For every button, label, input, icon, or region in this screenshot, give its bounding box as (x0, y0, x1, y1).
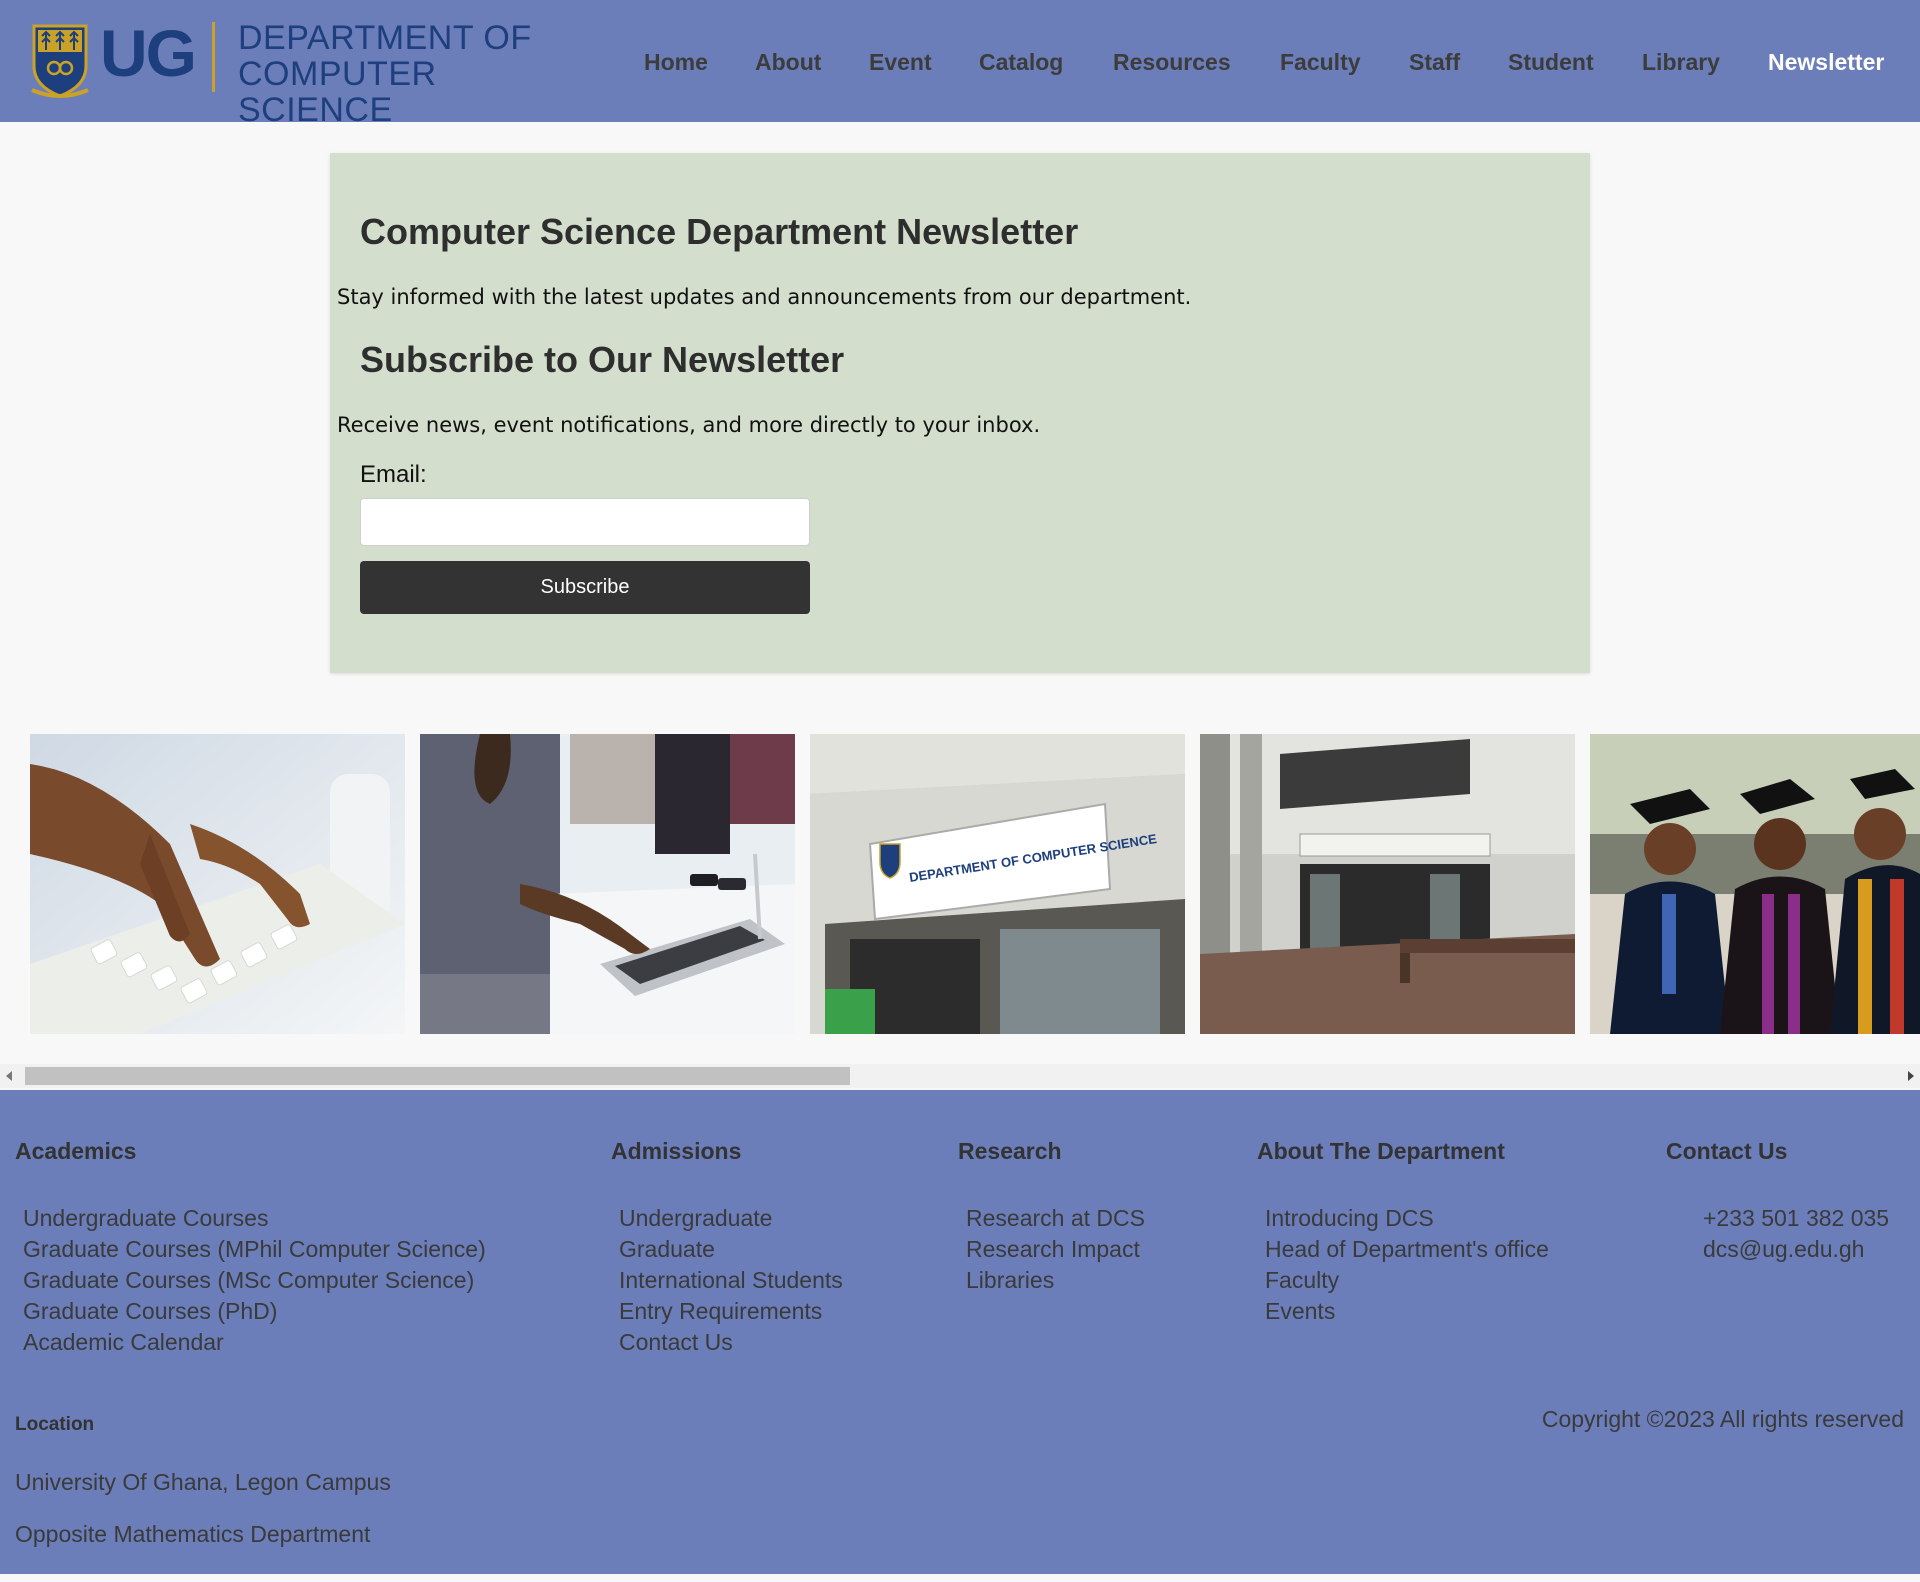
footer-link[interactable]: Academic Calendar (23, 1327, 486, 1358)
newsletter-panel: Computer Science Department Newsletter S… (330, 153, 1590, 673)
footer-contact-title: Contact Us (1666, 1138, 1788, 1164)
nav-library[interactable]: Library (1642, 47, 1720, 77)
footer-link[interactable]: Entry Requirements (619, 1296, 843, 1327)
scroll-left-arrow-icon[interactable] (6, 1071, 12, 1081)
footer-link[interactable]: Head of Department's office (1265, 1234, 1549, 1265)
footer-link[interactable]: Graduate Courses (MPhil Computer Science… (23, 1234, 486, 1265)
footer-link[interactable]: Research Impact (966, 1234, 1145, 1265)
footer-email[interactable]: dcs@ug.edu.gh (1703, 1234, 1889, 1265)
newsletter-title: Computer Science Department Newsletter (360, 211, 1079, 252)
footer-link[interactable]: Undergraduate (619, 1203, 843, 1234)
nav-catalog[interactable]: Catalog (979, 47, 1063, 77)
footer-contact: Contact Us +233 501 382 035 dcs@ug.edu.g… (1666, 1137, 1889, 1265)
email-label: Email: (360, 461, 427, 488)
footer-link[interactable]: Graduate Courses (PhD) (23, 1296, 486, 1327)
scrollbar-thumb[interactable] (25, 1067, 850, 1085)
footer-link[interactable]: Undergraduate Courses (23, 1203, 486, 1234)
footer-link[interactable]: Research at DCS (966, 1203, 1145, 1234)
subscribe-button[interactable]: Subscribe (360, 561, 810, 614)
nav-about[interactable]: About (755, 47, 821, 77)
nav-faculty[interactable]: Faculty (1280, 47, 1361, 77)
email-field[interactable] (360, 498, 810, 546)
department-building-photo (1200, 734, 1575, 1034)
main-nav: Home About Event Catalog Resources Facul… (0, 47, 1920, 77)
newsletter-intro: Stay informed with the latest updates an… (337, 285, 1192, 309)
footer-link[interactable]: Libraries (966, 1265, 1145, 1296)
footer-admissions-title: Admissions (611, 1138, 742, 1164)
footer-about: About The Department Introducing DCS Hea… (1257, 1137, 1549, 1327)
site-footer: Academics Undergraduate Courses Graduate… (0, 1090, 1920, 1574)
footer-link[interactable]: Graduate Courses (MSc Computer Science) (23, 1265, 486, 1296)
site-header: UG DEPARTMENT OF COMPUTER SCIENCE Home A… (0, 0, 1920, 128)
footer-admissions: Admissions Undergraduate Graduate Intern… (611, 1137, 843, 1358)
copyright-text: Copyright ©2023 All rights reserved (1541, 1406, 1904, 1432)
nav-home[interactable]: Home (644, 47, 708, 77)
footer-link[interactable]: Graduate (619, 1234, 843, 1265)
subscribe-title: Subscribe to Our Newsletter (360, 339, 845, 380)
footer-location-line-2: Opposite Mathematics Department (15, 1521, 371, 1547)
nav-resources[interactable]: Resources (1113, 47, 1231, 77)
footer-link[interactable]: Introducing DCS (1265, 1203, 1549, 1234)
footer-phone[interactable]: +233 501 382 035 (1703, 1203, 1889, 1234)
nav-event[interactable]: Event (869, 47, 932, 77)
department-sign-photo: DEPARTMENT OF COMPUTER SCIENCE (810, 734, 1185, 1034)
nav-staff[interactable]: Staff (1409, 47, 1460, 77)
footer-location-title: Location (15, 1414, 95, 1435)
footer-research-title: Research (958, 1138, 1062, 1164)
photo-gallery[interactable]: DEPARTMENT OF COMPUTER SCIENCE (0, 734, 1920, 1034)
subscribe-text: Receive news, event notifications, and m… (337, 413, 1041, 437)
footer-about-title: About The Department (1257, 1138, 1505, 1164)
gallery-scrollbar[interactable] (0, 1064, 1920, 1088)
footer-link[interactable]: Events (1265, 1296, 1549, 1327)
footer-link[interactable]: International Students (619, 1265, 843, 1296)
footer-link[interactable]: Faculty (1265, 1265, 1549, 1296)
scroll-right-arrow-icon[interactable] (1908, 1071, 1914, 1081)
footer-academics-title: Academics (15, 1138, 137, 1164)
hands-typing-keyboard-photo (30, 734, 405, 1034)
footer-research: Research Research at DCS Research Impact… (958, 1137, 1145, 1296)
nav-newsletter[interactable]: Newsletter (1768, 47, 1884, 77)
footer-link[interactable]: Contact Us (619, 1327, 843, 1358)
footer-location-line-1: University Of Ghana, Legon Campus (15, 1469, 391, 1495)
nav-student[interactable]: Student (1508, 47, 1594, 77)
graduates-photo (1590, 734, 1920, 1034)
footer-academics: Academics Undergraduate Courses Graduate… (15, 1137, 486, 1358)
student-laptop-photo (420, 734, 795, 1034)
